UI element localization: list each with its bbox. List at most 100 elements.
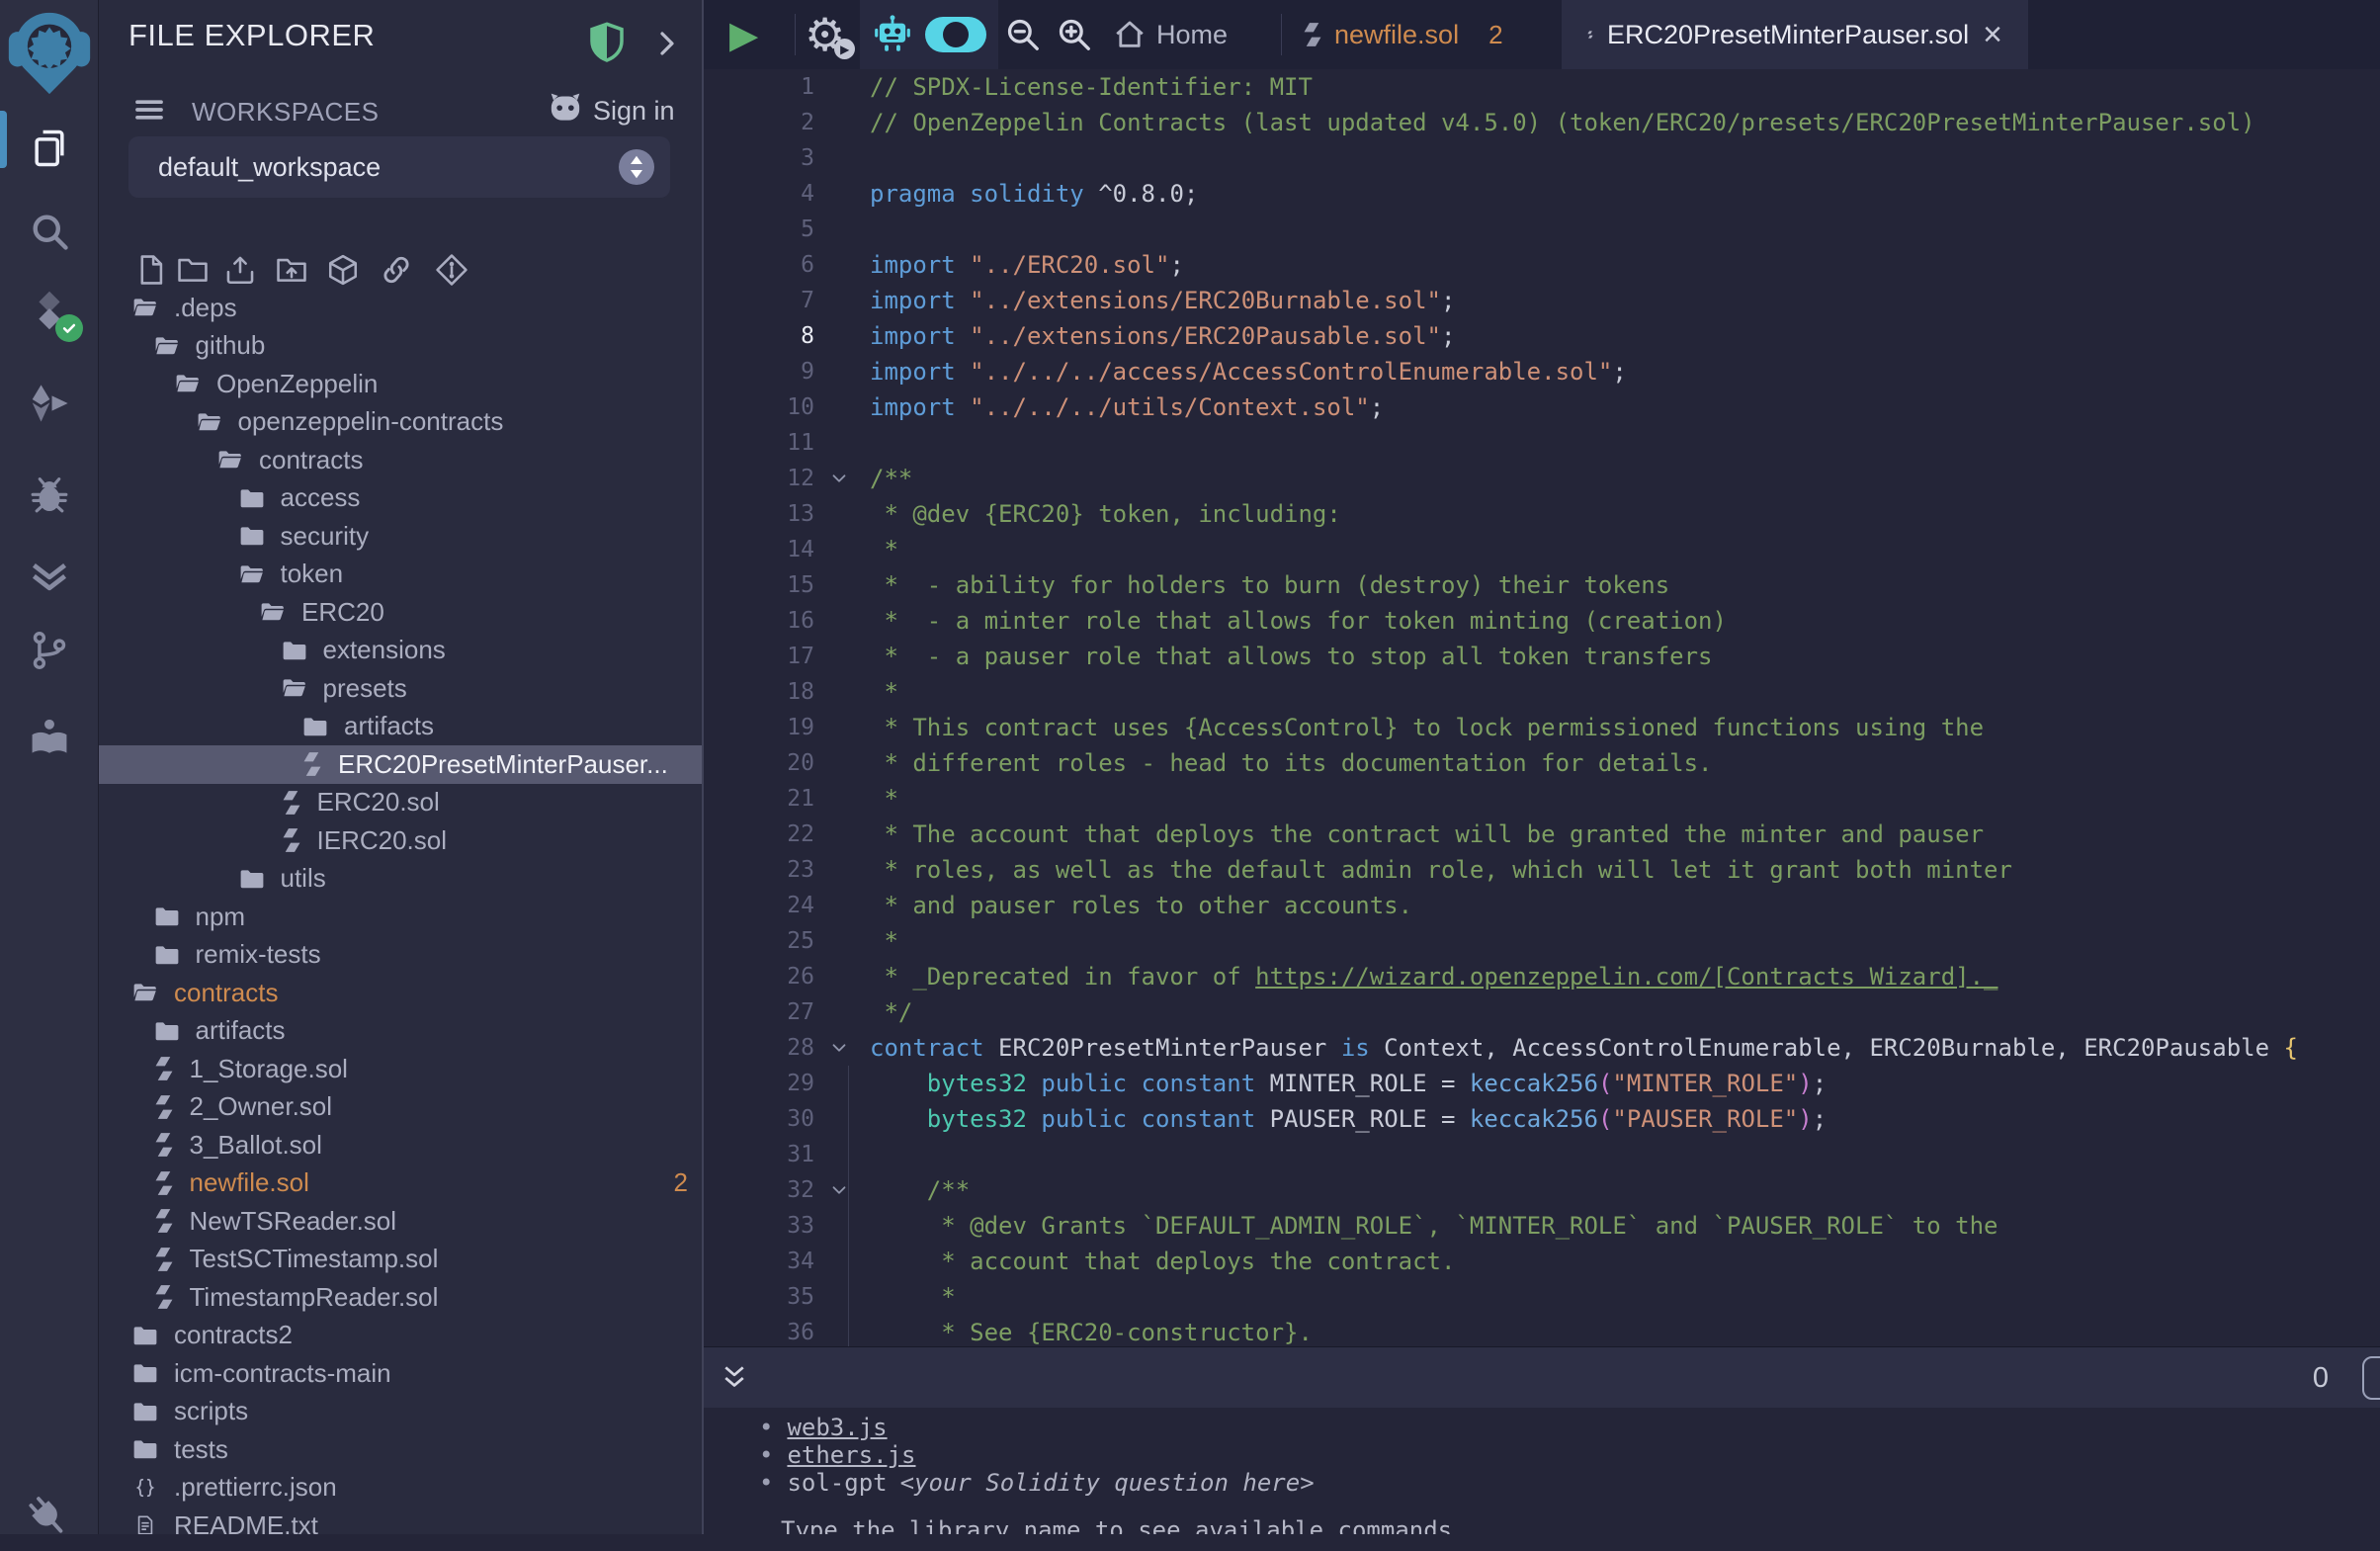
upload-folder-icon[interactable]: [275, 253, 308, 287]
editor-line-18[interactable]: 18 *: [704, 674, 2380, 710]
close-tab-icon[interactable]: ×: [1983, 18, 2002, 51]
editor-line-28[interactable]: 28contract ERC20PresetMinterPauser is Co…: [704, 1030, 2380, 1066]
tab-erc20presetminterpauser[interactable]: ERC20PresetMinterPauser.sol ×: [1562, 0, 2028, 69]
editor-line-31[interactable]: 31: [704, 1137, 2380, 1172]
tree-folder-access[interactable]: access: [99, 479, 704, 518]
tree-folder-artifacts[interactable]: artifacts: [99, 708, 704, 746]
editor-line-25[interactable]: 25 *: [704, 923, 2380, 959]
run-script-button[interactable]: ▶: [729, 0, 758, 69]
tree-folder-presets[interactable]: presets: [99, 669, 704, 708]
tree-folder-extensions[interactable]: extensions: [99, 632, 704, 670]
git-clone-icon[interactable]: [435, 253, 468, 287]
tree-file-newfile-sol[interactable]: newfile.sol2: [99, 1164, 704, 1203]
link-icon[interactable]: [380, 253, 413, 287]
editor-line-23[interactable]: 23 * roles, as well as the default admin…: [704, 852, 2380, 888]
tree-folder-contracts[interactable]: contracts: [99, 441, 704, 479]
zoom-in-button[interactable]: [1056, 0, 1093, 69]
editor-line-19[interactable]: 19 * This contract uses {AccessControl} …: [704, 710, 2380, 745]
editor-line-27[interactable]: 27 */: [704, 994, 2380, 1030]
code-editor[interactable]: 1// SPDX-License-Identifier: MIT2// Open…: [704, 69, 2380, 1346]
zoom-out-button[interactable]: [1004, 0, 1042, 69]
editor-line-13[interactable]: 13 * @dev {ERC20} token, including:: [704, 496, 2380, 532]
editor-line-14[interactable]: 14 *: [704, 532, 2380, 567]
editor-line-35[interactable]: 35 *: [704, 1279, 2380, 1315]
collapse-panel-chevron-icon[interactable]: [650, 28, 682, 59]
editor-line-36[interactable]: 36 * See {ERC20-constructor}.: [704, 1315, 2380, 1346]
unit-testing-icon[interactable]: [0, 552, 99, 599]
copilot-toggle[interactable]: [925, 17, 986, 52]
editor-line-6[interactable]: 6import "../ERC20.sol";: [704, 247, 2380, 283]
tree-folder-github[interactable]: github: [99, 327, 704, 366]
tree-file-1-storage-sol[interactable]: 1_Storage.sol: [99, 1050, 704, 1088]
tree-file-timestampreader-sol[interactable]: TimestampReader.sol: [99, 1278, 704, 1317]
editor-line-5[interactable]: 5: [704, 212, 2380, 247]
learneth-icon[interactable]: [0, 714, 99, 761]
ai-copilot-button[interactable]: [872, 0, 913, 69]
terminal-expand-icon[interactable]: [720, 1363, 749, 1393]
tree-file--prettierrc-json[interactable]: .prettierrc.json: [99, 1469, 704, 1508]
tree-folder-contracts[interactable]: contracts: [99, 974, 704, 1012]
tree-file-erc20-sol[interactable]: ERC20.sol: [99, 784, 704, 822]
tree-file-erc20presetminterpauser-[interactable]: ERC20PresetMinterPauser...: [99, 745, 704, 784]
editor-line-1[interactable]: 1// SPDX-License-Identifier: MIT: [704, 69, 2380, 105]
new-folder-icon[interactable]: [176, 253, 210, 287]
editor-line-17[interactable]: 17 * - a pauser role that allows to stop…: [704, 639, 2380, 674]
tree-folder-artifacts[interactable]: artifacts: [99, 1012, 704, 1051]
editor-line-11[interactable]: 11: [704, 425, 2380, 461]
editor-line-7[interactable]: 7import "../extensions/ERC20Burnable.sol…: [704, 283, 2380, 318]
git-icon[interactable]: [0, 627, 99, 674]
tab-home[interactable]: Home: [1113, 0, 1228, 69]
new-file-icon[interactable]: [134, 253, 168, 287]
cube-icon[interactable]: [326, 253, 360, 287]
tree-folder-security[interactable]: security: [99, 517, 704, 556]
compile-run-button[interactable]: ⚙▶: [805, 0, 845, 69]
editor-line-29[interactable]: 29 bytes32 public constant MINTER_ROLE =…: [704, 1066, 2380, 1101]
fold-chevron-icon[interactable]: [814, 1030, 864, 1066]
editor-line-34[interactable]: 34 * account that deploys the contract.: [704, 1244, 2380, 1279]
terminal-search-input[interactable]: [2362, 1356, 2380, 1400]
editor-line-26[interactable]: 26 * _Deprecated in favor of https://wiz…: [704, 959, 2380, 994]
tree-file-3-ballot-sol[interactable]: 3_Ballot.sol: [99, 1126, 704, 1164]
editor-line-15[interactable]: 15 * - ability for holders to burn (dest…: [704, 567, 2380, 603]
tree-folder-remix-tests[interactable]: remix-tests: [99, 936, 704, 975]
workspace-select[interactable]: default_workspace: [128, 136, 670, 198]
tree-file-2-owner-sol[interactable]: 2_Owner.sol: [99, 1088, 704, 1127]
editor-line-24[interactable]: 24 * and pauser roles to other accounts.: [704, 888, 2380, 923]
debugger-icon[interactable]: [0, 471, 99, 518]
tree-file-newtsreader-sol[interactable]: NewTSReader.sol: [99, 1202, 704, 1241]
editor-line-20[interactable]: 20 * different roles - head to its docum…: [704, 745, 2380, 781]
tree-folder--deps[interactable]: .deps: [99, 289, 704, 327]
editor-line-9[interactable]: 9import "../../../access/AccessControlEn…: [704, 354, 2380, 389]
editor-line-8[interactable]: 8import "../extensions/ERC20Pausable.sol…: [704, 318, 2380, 354]
tree-folder-openzeppelin[interactable]: OpenZeppelin: [99, 365, 704, 403]
editor-line-32[interactable]: 32 /**: [704, 1172, 2380, 1208]
editor-line-16[interactable]: 16 * - a minter role that allows for tok…: [704, 603, 2380, 639]
tree-folder-scripts[interactable]: scripts: [99, 1393, 704, 1431]
plugin-manager-icon[interactable]: [0, 1495, 99, 1542]
workspaces-menu-icon[interactable]: [130, 93, 168, 127]
file-explorer-icon[interactable]: [0, 125, 99, 172]
tree-folder-contracts2[interactable]: contracts2: [99, 1317, 704, 1355]
editor-line-22[interactable]: 22 * The account that deploys the contra…: [704, 817, 2380, 852]
search-icon[interactable]: [0, 208, 99, 255]
tree-folder-icm-contracts-main[interactable]: icm-contracts-main: [99, 1354, 704, 1393]
library-link-web3-js[interactable]: web3.js: [787, 1414, 887, 1441]
tree-folder-npm[interactable]: npm: [99, 898, 704, 936]
library-link-ethers-js[interactable]: ethers.js: [787, 1441, 915, 1469]
tree-file-readme-txt[interactable]: README.txt: [99, 1507, 704, 1534]
tree-file-testsctimestamp-sol[interactable]: TestSCTimestamp.sol: [99, 1241, 704, 1279]
sign-in-button[interactable]: Sign in: [593, 96, 675, 127]
editor-line-10[interactable]: 10import "../../../utils/Context.sol";: [704, 389, 2380, 425]
editor-line-33[interactable]: 33 * @dev Grants `DEFAULT_ADMIN_ROLE`, `…: [704, 1208, 2380, 1244]
editor-line-3[interactable]: 3: [704, 140, 2380, 176]
editor-line-4[interactable]: 4pragma solidity ^0.8.0;: [704, 176, 2380, 212]
tree-folder-token[interactable]: token: [99, 556, 704, 594]
tree-folder-openzeppelin-contracts[interactable]: openzeppelin-contracts: [99, 403, 704, 442]
deploy-run-icon[interactable]: [0, 380, 99, 427]
tab-newfile[interactable]: newfile.sol 2: [1303, 0, 1503, 69]
editor-line-2[interactable]: 2// OpenZeppelin Contracts (last updated…: [704, 105, 2380, 140]
editor-line-30[interactable]: 30 bytes32 public constant PAUSER_ROLE =…: [704, 1101, 2380, 1137]
fold-chevron-icon[interactable]: [814, 1172, 864, 1208]
editor-line-12[interactable]: 12/**: [704, 461, 2380, 496]
solidity-compiler-icon[interactable]: [0, 287, 99, 334]
